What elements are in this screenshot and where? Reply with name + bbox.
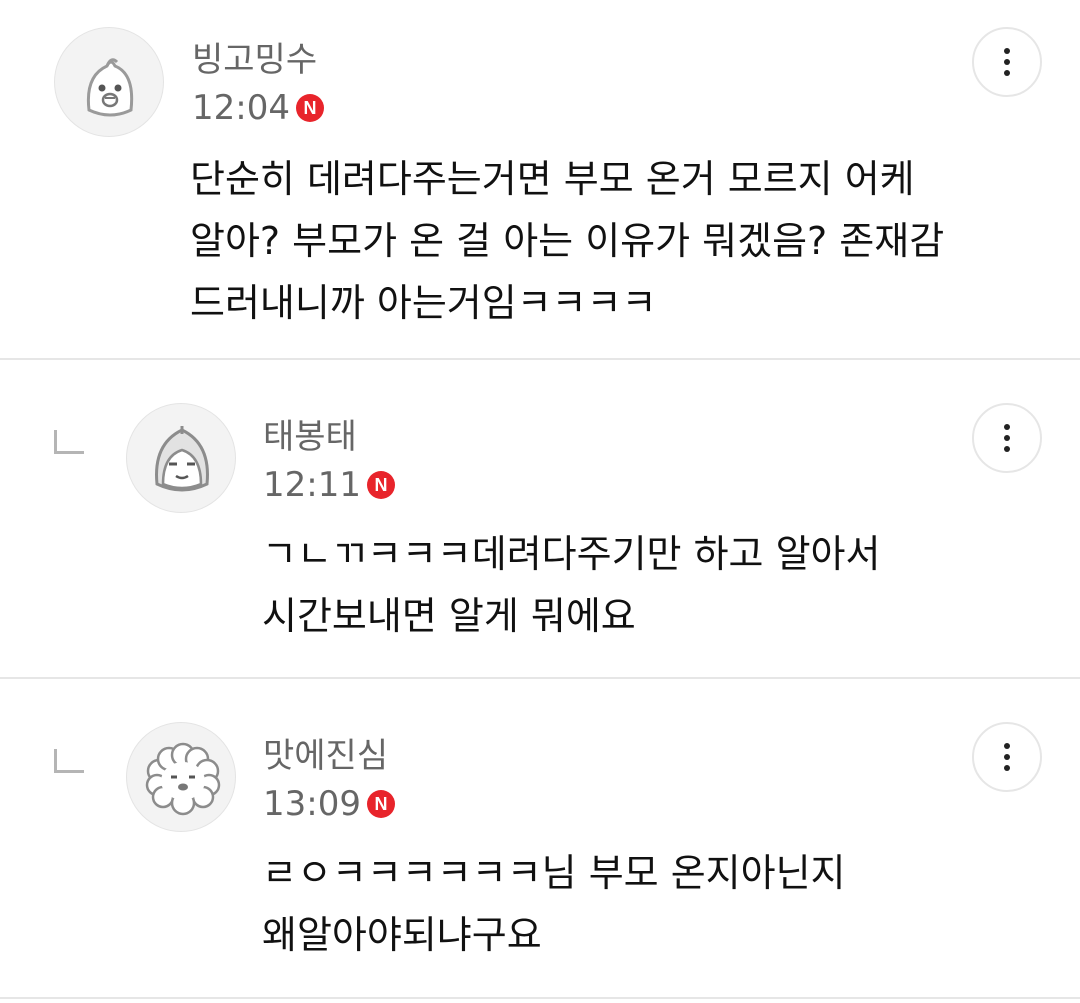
avatar[interactable] bbox=[54, 27, 164, 137]
reply-arrow-icon bbox=[54, 749, 84, 773]
comment-time: 13:09 bbox=[263, 784, 361, 824]
hooded-character-icon bbox=[155, 426, 209, 492]
bingo-character-icon bbox=[86, 58, 134, 117]
comment-item: 빙고밍수 12:04 N 단순히 데려다주는거면 부모 온거 모르지 어케 알아… bbox=[0, 0, 1080, 358]
more-dot bbox=[1004, 765, 1010, 771]
more-dot bbox=[1004, 70, 1010, 76]
more-dots-icon bbox=[1004, 424, 1010, 430]
comment-line: 알아? 부모가 온 걸 아는 이유가 뭐겠음? 존재감 bbox=[190, 219, 945, 263]
comment-meta: 12:11 N bbox=[263, 465, 395, 505]
divider bbox=[0, 997, 1080, 999]
comment-line: 드러내니까 아는거임ㅋㅋㅋㅋ bbox=[190, 281, 657, 325]
comment-time: 12:04 bbox=[192, 88, 290, 128]
comment-meta: 13:09 N bbox=[263, 784, 395, 824]
more-dot bbox=[1004, 435, 1010, 441]
comment-body: ㄱㄴㄲㅋㅋㅋ데려다주기만 하고 알아서 시간보내면 알게 뭐에요 bbox=[262, 523, 880, 647]
reply-arrow-icon bbox=[54, 430, 84, 454]
avatar[interactable] bbox=[126, 403, 236, 513]
more-options-button[interactable] bbox=[972, 403, 1042, 473]
new-badge-icon: N bbox=[366, 471, 395, 499]
comment-line: ㄱㄴㄲㅋㅋㅋ데려다주기만 하고 알아서 bbox=[262, 532, 881, 576]
more-dots-icon bbox=[1004, 743, 1010, 749]
comment-line: ㄹㅇㅋㅋㅋㅋㅋㅋ님 부모 온지아닌지 bbox=[262, 851, 846, 895]
comment-body: 단순히 데려다주는거면 부모 온거 모르지 어케 알아? 부모가 온 걸 아는 … bbox=[190, 148, 944, 334]
comment-time: 12:11 bbox=[263, 465, 361, 505]
comment-meta: 12:04 N bbox=[192, 88, 324, 128]
more-dot bbox=[1004, 59, 1010, 65]
avatar[interactable] bbox=[126, 722, 236, 832]
new-badge-icon: N bbox=[366, 790, 395, 818]
comment-line: 단순히 데려다주는거면 부모 온거 모르지 어케 bbox=[190, 157, 915, 201]
username[interactable]: 빙고밍수 bbox=[192, 40, 317, 80]
more-dots-icon bbox=[1004, 48, 1010, 54]
new-badge-icon: N bbox=[295, 94, 324, 122]
more-dot bbox=[1004, 754, 1010, 760]
comment-line: 왜알아야되냐구요 bbox=[262, 913, 542, 957]
username[interactable]: 맛에진심 bbox=[263, 736, 388, 776]
more-dot bbox=[1004, 446, 1010, 452]
comment-body: ㄹㅇㅋㅋㅋㅋㅋㅋ님 부모 온지아닌지 왜알아야되냐구요 bbox=[262, 842, 846, 966]
more-options-button[interactable] bbox=[972, 722, 1042, 792]
reply-comment-item: 태봉태 12:11 N ㄱㄴㄲㅋㅋㅋ데려다주기만 하고 알아서 시간보내면 알게… bbox=[0, 360, 1080, 677]
username[interactable]: 태봉태 bbox=[263, 417, 357, 457]
more-options-button[interactable] bbox=[972, 27, 1042, 97]
reply-comment-item: 맛에진심 13:09 N ㄹㅇㅋㅋㅋㅋㅋㅋ님 부모 온지아닌지 왜알아야되냐구요 bbox=[0, 679, 1080, 997]
poodle-character-icon bbox=[145, 742, 221, 816]
comment-line: 시간보내면 알게 뭐에요 bbox=[262, 594, 636, 638]
